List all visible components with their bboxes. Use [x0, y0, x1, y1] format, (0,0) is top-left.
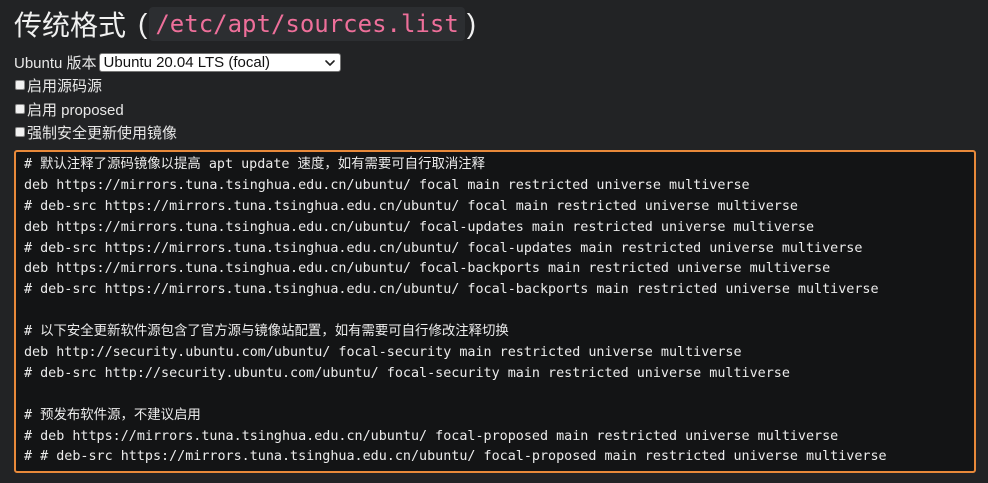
sources-list-content: # 默认注释了源码镜像以提高 apt update 速度，如有需要可自行取消注释…: [24, 155, 974, 468]
option-force-security-mirror[interactable]: 强制安全更新使用镜像: [14, 121, 177, 143]
ubuntu-version-select[interactable]: Ubuntu 20.04 LTS (focal): [98, 52, 341, 72]
enable-proposed-checkbox[interactable]: [15, 104, 25, 114]
code-line: # # deb-src https://mirrors.tuna.tsinghu…: [24, 449, 887, 465]
code-line: deb https://mirrors.tuna.tsinghua.edu.cn…: [24, 261, 831, 277]
option-enable-proposed[interactable]: 启用 proposed: [14, 98, 124, 120]
code-line: # 以下安全更新软件源包含了官方源与镜像站配置，如有需要可自行修改注释切换: [24, 324, 509, 340]
force-security-mirror-checkbox[interactable]: [15, 127, 25, 137]
chevron-down-icon: [324, 56, 336, 68]
heading-paren-close: ): [466, 8, 477, 39]
code-line: deb https://mirrors.tuna.tsinghua.edu.cn…: [24, 219, 815, 235]
code-line: # deb-src http://security.ubuntu.com/ubu…: [24, 365, 790, 381]
code-line: # deb-src https://mirrors.tuna.tsinghua.…: [24, 240, 863, 256]
enable-source-label: 启用源码源: [27, 77, 103, 95]
ubuntu-version-row: Ubuntu 版本 Ubuntu 20.04 LTS (focal): [14, 50, 341, 74]
code-line: # deb-src https://mirrors.tuna.tsinghua.…: [24, 198, 798, 214]
option-enable-source[interactable]: 启用源码源: [14, 74, 102, 96]
heading-paren-open: (: [138, 8, 148, 39]
code-line: # 默认注释了源码镜像以提高 apt update 速度，如有需要可自行取消注释: [24, 157, 486, 172]
heading-title: 传统格式: [14, 10, 127, 41]
ubuntu-version-selected: Ubuntu 20.04 LTS (focal): [103, 53, 271, 71]
page: 传统格式 ( /etc/apt/sources.list ) Ubuntu 版本…: [0, 0, 988, 483]
enable-source-checkbox[interactable]: [15, 80, 25, 90]
section-heading: 传统格式 ( /etc/apt/sources.list ): [14, 4, 476, 44]
sources-list-path: /etc/apt/sources.list: [149, 7, 465, 41]
ubuntu-version-label: Ubuntu 版本: [14, 54, 97, 72]
code-line: # deb-src https://mirrors.tuna.tsinghua.…: [24, 282, 879, 298]
code-line: deb http://security.ubuntu.com/ubuntu/ f…: [24, 345, 742, 361]
enable-proposed-label: 启用 proposed: [27, 101, 124, 119]
code-line: # deb https://mirrors.tuna.tsinghua.edu.…: [24, 428, 839, 444]
sources-list-textarea[interactable]: # 默认注释了源码镜像以提高 apt update 速度，如有需要可自行取消注释…: [14, 150, 976, 473]
code-line: # 预发布软件源，不建议启用: [24, 407, 201, 423]
force-security-mirror-label: 强制安全更新使用镜像: [27, 124, 178, 142]
code-line: deb https://mirrors.tuna.tsinghua.edu.cn…: [24, 177, 750, 193]
